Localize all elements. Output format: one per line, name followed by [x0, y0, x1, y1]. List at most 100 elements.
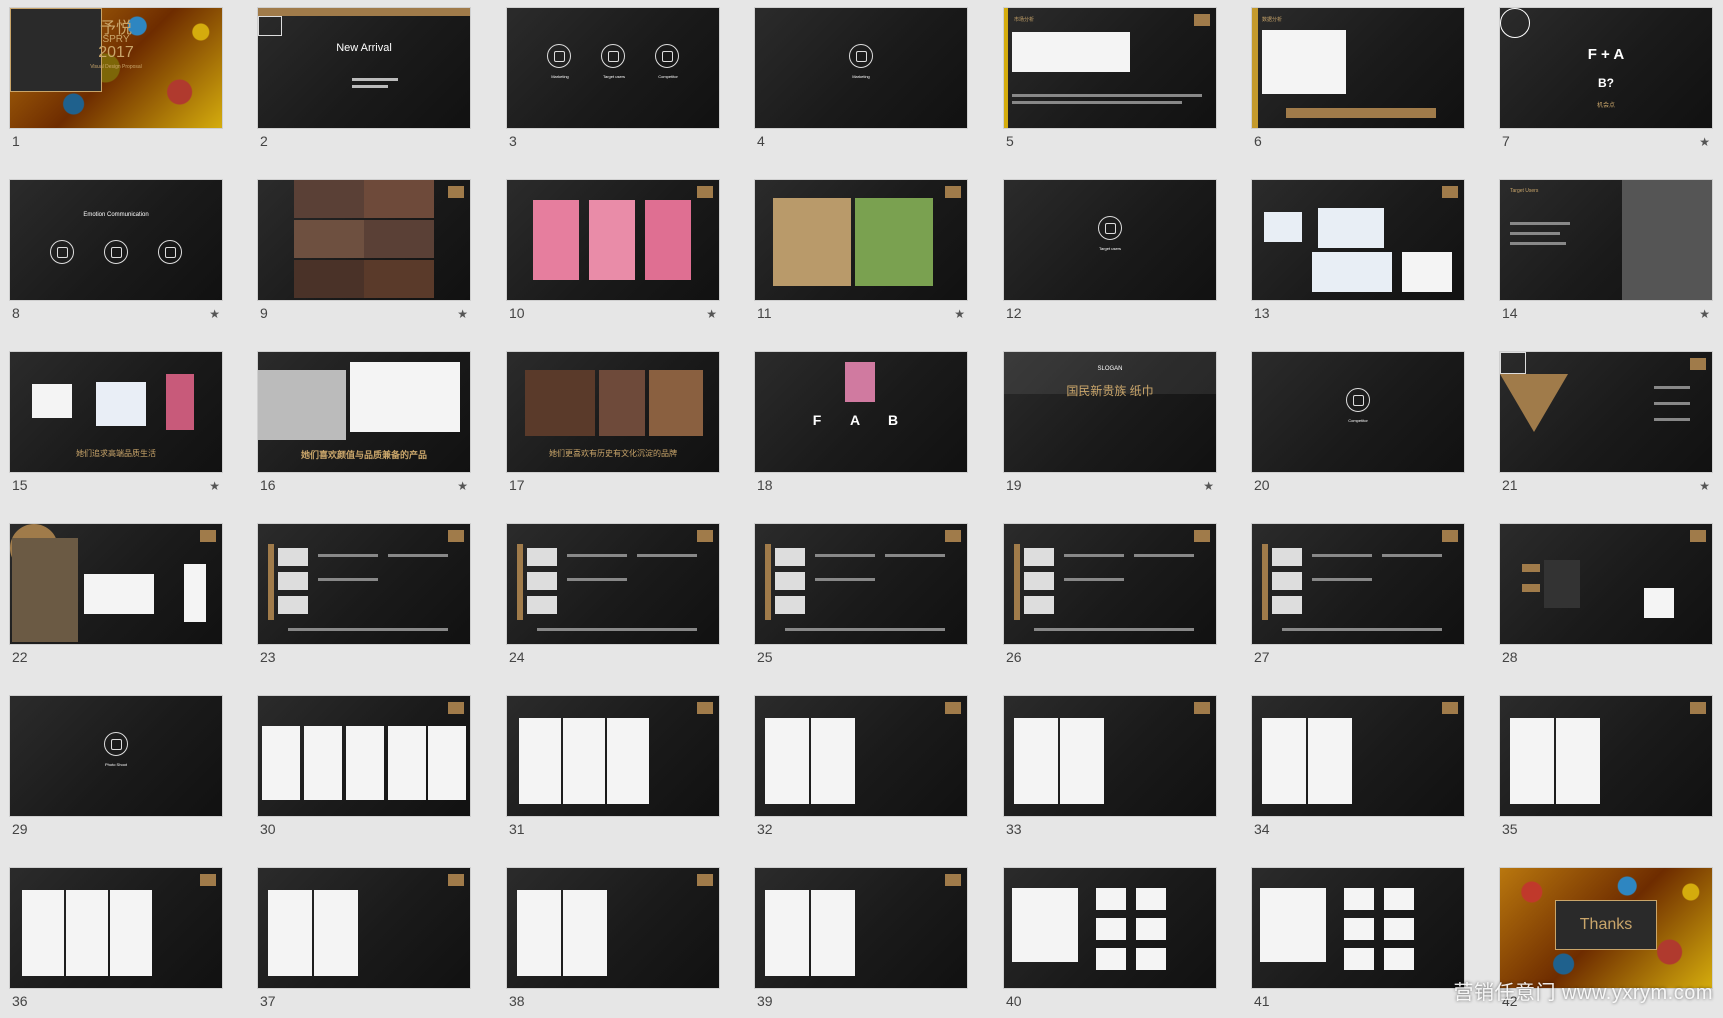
slide-thumbnail[interactable]: 数据分析: [1252, 8, 1464, 128]
slide-thumbnail-cell[interactable]: Target Users 14 ★: [1500, 180, 1712, 330]
slide-thumbnail-cell[interactable]: 32: [755, 696, 967, 846]
slide-thumbnail[interactable]: 她们追求高端品质生活: [10, 352, 222, 472]
slide-thumbnail[interactable]: [1252, 180, 1464, 300]
slide-thumbnail-cell[interactable]: 她们更喜欢有历史有文化沉淀的品牌 17: [507, 352, 719, 502]
slide-thumbnail[interactable]: 她们更喜欢有历史有文化沉淀的品牌: [507, 352, 719, 472]
slide-thumbnail[interactable]: [1004, 524, 1216, 644]
slide-thumbnail[interactable]: [10, 524, 222, 644]
product-thumb: [527, 572, 557, 590]
slide-thumbnail-cell[interactable]: 23: [258, 524, 470, 674]
slide-thumbnail-cell[interactable]: 37: [258, 868, 470, 1018]
slide-thumbnail-cell[interactable]: 34: [1252, 696, 1464, 846]
slide-thumbnail[interactable]: [507, 696, 719, 816]
slide-thumbnail[interactable]: Target Users: [1500, 180, 1712, 300]
slide-thumbnail[interactable]: [1252, 696, 1464, 816]
slide-thumbnail-cell[interactable]: 21 ★: [1500, 352, 1712, 502]
slide-thumbnail[interactable]: [1252, 868, 1464, 988]
slide-thumbnail[interactable]: [507, 868, 719, 988]
slide-thumbnail-cell[interactable]: 她们追求高端品质生活 15 ★: [10, 352, 222, 502]
slide-thumbnail[interactable]: [507, 524, 719, 644]
slide-thumbnail-cell[interactable]: Photo Shoot 29: [10, 696, 222, 846]
slide-thumbnail-cell[interactable]: 33: [1004, 696, 1216, 846]
slide-thumbnail-cell[interactable]: 24: [507, 524, 719, 674]
slide-thumbnail-cell[interactable]: 9 ★: [258, 180, 470, 330]
slide-thumbnail[interactable]: [258, 180, 470, 300]
slide-number: 24: [509, 649, 525, 665]
slide-thumbnail[interactable]: Thanks: [1500, 868, 1712, 988]
slide-thumbnail[interactable]: [1500, 352, 1712, 472]
slide-thumbnail[interactable]: 她们喜欢颜值与品质兼备的产品: [258, 352, 470, 472]
slide-thumbnail-cell[interactable]: Marketing 4: [755, 8, 967, 158]
slide-thumbnail-cell[interactable]: 40: [1004, 868, 1216, 1018]
slide-thumbnail[interactable]: [258, 524, 470, 644]
slide-thumbnail-cell[interactable]: Emotion Communication 8 ★: [10, 180, 222, 330]
slide-thumbnail[interactable]: [1004, 868, 1216, 988]
slide-number: 20: [1254, 477, 1270, 493]
slide-thumbnail[interactable]: [755, 524, 967, 644]
body-text: [1012, 101, 1182, 104]
slide-thumbnail-cell[interactable]: 31: [507, 696, 719, 846]
slide-thumbnail[interactable]: 市场分析: [1004, 8, 1216, 128]
slide-thumbnail[interactable]: Competitor: [1252, 352, 1464, 472]
slide-thumbnail-cell[interactable]: 38: [507, 868, 719, 1018]
slide-thumbnail-cell[interactable]: F + A B? 机会点 7 ★: [1500, 8, 1712, 158]
slide-thumbnail[interactable]: [1252, 524, 1464, 644]
slide-thumbnail-cell[interactable]: 27: [1252, 524, 1464, 674]
slide-thumbnail[interactable]: Marketing: [755, 8, 967, 128]
slide-thumbnail-cell[interactable]: 市场分析 5: [1004, 8, 1216, 158]
slide-thumbnail-cell[interactable]: 她们喜欢颜值与品质兼备的产品 16 ★: [258, 352, 470, 502]
product-card: [262, 726, 300, 800]
product-thumb: [1272, 572, 1302, 590]
slide-number: 17: [509, 477, 525, 493]
slide-thumbnail-cell[interactable]: 数据分析 6: [1252, 8, 1464, 158]
slide-thumbnail[interactable]: FAB: [755, 352, 967, 472]
product-card: [519, 718, 561, 804]
slide-thumbnail[interactable]: Marketing Target users Competitor: [507, 8, 719, 128]
slide-thumbnail-cell[interactable]: 41: [1252, 868, 1464, 1018]
slide-thumbnail-cell[interactable]: 25: [755, 524, 967, 674]
slide-thumbnail[interactable]: Photo Shoot: [10, 696, 222, 816]
slide-thumbnail-cell[interactable]: 11 ★: [755, 180, 967, 330]
slide-thumbnail-cell[interactable]: 26: [1004, 524, 1216, 674]
slide-thumbnail-cell[interactable]: Marketing Target users Competitor 3: [507, 8, 719, 158]
slide-thumbnail-cell[interactable]: Target users 12: [1004, 180, 1216, 330]
section-tag: [1690, 702, 1706, 714]
slide-thumbnail[interactable]: [755, 180, 967, 300]
slide-thumbnail[interactable]: SLOGAN 国民新贵族 纸巾: [1004, 352, 1216, 472]
slide-thumbnail[interactable]: F + A B? 机会点: [1500, 8, 1712, 128]
slide-thumbnail[interactable]: [755, 868, 967, 988]
slide-thumbnail-cell[interactable]: 30: [258, 696, 470, 846]
slide-thumbnail[interactable]: New Arrival: [258, 8, 470, 128]
slide-thumbnail-cell[interactable]: 予悦 SPRY 2017 Visual Design Proposal 1: [10, 8, 222, 158]
slide-thumbnail[interactable]: [1500, 524, 1712, 644]
slide-thumbnail[interactable]: [258, 868, 470, 988]
slide-thumbnail[interactable]: [258, 696, 470, 816]
product-thumb: [527, 548, 557, 566]
slide-number: 26: [1006, 649, 1022, 665]
slide-thumbnail[interactable]: [755, 696, 967, 816]
slide-thumbnail-cell[interactable]: New Arrival 2: [258, 8, 470, 158]
slide-thumbnail[interactable]: [10, 868, 222, 988]
bar-chart-bg: [1262, 30, 1346, 94]
slide-number: 34: [1254, 821, 1270, 837]
slide-thumbnail[interactable]: 予悦 SPRY 2017 Visual Design Proposal: [10, 8, 222, 128]
slide-thumbnail[interactable]: [507, 180, 719, 300]
slide-thumbnail[interactable]: Emotion Communication: [10, 180, 222, 300]
slide-thumbnail-cell[interactable]: SLOGAN 国民新贵族 纸巾 19 ★: [1004, 352, 1216, 502]
slide-thumbnail-cell[interactable]: 39: [755, 868, 967, 1018]
slide-thumbnail[interactable]: Target users: [1004, 180, 1216, 300]
slide-thumbnail-cell[interactable]: 22: [10, 524, 222, 674]
slide-thumbnail-cell[interactable]: 28: [1500, 524, 1712, 674]
slide-number: 33: [1006, 821, 1022, 837]
product: [166, 374, 194, 430]
slide-thumbnail[interactable]: [1004, 696, 1216, 816]
circle-icon: [104, 240, 128, 264]
slide-thumbnail-cell[interactable]: 10 ★: [507, 180, 719, 330]
slide-thumbnail-cell[interactable]: 35: [1500, 696, 1712, 846]
slide-thumbnail-cell[interactable]: 13: [1252, 180, 1464, 330]
slide-thumbnail[interactable]: [1500, 696, 1712, 816]
circle-icon: [655, 44, 679, 68]
slide-thumbnail-cell[interactable]: Competitor 20: [1252, 352, 1464, 502]
slide-thumbnail-cell[interactable]: F A B 18: [755, 352, 967, 502]
slide-thumbnail-cell[interactable]: 36: [10, 868, 222, 1018]
